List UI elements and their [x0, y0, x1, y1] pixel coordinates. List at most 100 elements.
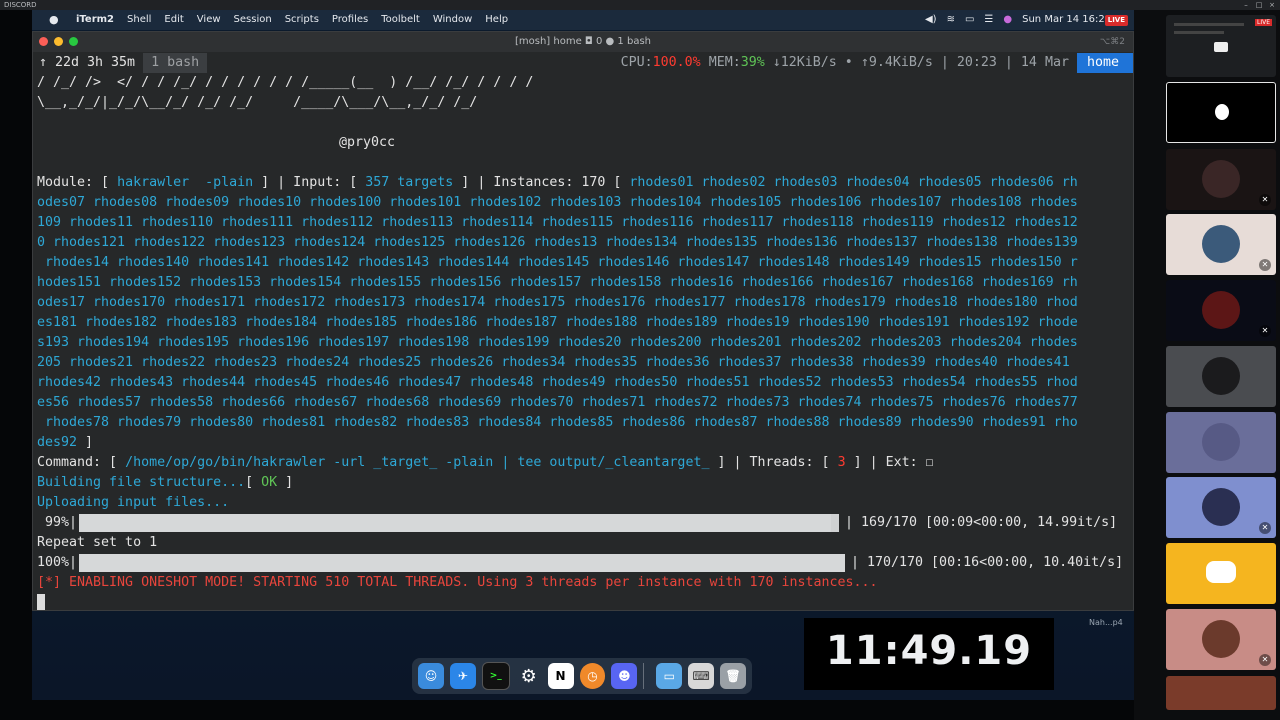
cpu-label: CPU: — [620, 55, 653, 70]
oneshot-mode-line: [*] ENABLING ONESHOT MODE! STARTING 510 … — [37, 575, 878, 590]
clock-app-icon[interactable]: ◷ — [579, 663, 606, 689]
module-value: hakrawler -plain — [117, 175, 254, 190]
instances-list-line: es56 rhodes57 rhodes58 rhodes66 rhodes67… — [37, 395, 1078, 410]
instances-list-start: rhodes01 rhodes02 rhodes03 rhodes04 rhod… — [629, 175, 1078, 190]
menu-toolbelt[interactable]: Toolbelt — [381, 10, 420, 30]
menu-profiles[interactable]: Profiles — [332, 10, 368, 30]
dock-divider — [643, 663, 652, 689]
instances-list-line: 0 rhodes121 rhodes122 rhodes123 rhodes12… — [37, 235, 1078, 250]
control-center-icon[interactable]: ☰ — [984, 10, 993, 30]
progress2-stats: | 170/170 [00:16<00:00, 10.40it/s] — [851, 555, 1124, 570]
maximize-icon[interactable]: □ — [1253, 0, 1265, 10]
participant-tile[interactable]: ✕ — [1166, 477, 1276, 538]
menubar-status-area: ◀) ≋ ▭ ☰ ● Sun Mar 14 16:2 LIVE — [915, 10, 1128, 30]
instances-list-line: es181 rhodes182 rhodes183 rhodes184 rhod… — [37, 315, 1078, 330]
mac-desktop-stream: ● iTerm2 Shell Edit View Session Scripts… — [32, 10, 1134, 700]
ok-open: [ — [245, 475, 262, 490]
participant-tile[interactable]: ✕ — [1166, 214, 1276, 275]
finder-icon[interactable]: ☺ — [418, 663, 444, 689]
iterm-window: [mosh] home ◘ 0 ● 1 bash ⌥⌘2 ↑ 22d 3h 35… — [32, 31, 1134, 611]
minimize-icon[interactable]: – — [1240, 0, 1252, 10]
avatar — [1202, 225, 1240, 263]
repeat-line: Repeat set to 1 — [37, 535, 158, 550]
participant-tile[interactable] — [1166, 676, 1276, 710]
window-shortcut: ⌥⌘2 — [1099, 37, 1125, 47]
input-value: 357 targets — [365, 175, 454, 190]
discord-logo-icon — [1206, 561, 1236, 583]
live-badge: LIVE — [1104, 14, 1128, 26]
instances-list-line: s193 rhodes194 rhodes195 rhodes196 rhode… — [37, 335, 1078, 350]
instances-last: des92 — [37, 435, 78, 450]
progress1-pct: 99%| — [37, 515, 78, 530]
status-right: CPU:100.0% MEM:39% ↓12KiB/s • ↑9.4KiB/s … — [621, 53, 1133, 73]
siri-icon[interactable]: ● — [1003, 10, 1012, 30]
progress2-bar — [79, 554, 845, 572]
avatar — [1202, 423, 1240, 461]
uploading-line: Uploading input files... — [37, 495, 230, 510]
menu-window[interactable]: Window — [433, 10, 472, 30]
terminal-pane[interactable]: ↑ 22d 3h 35m 1 bash CPU:100.0% MEM:39% ↓1… — [33, 53, 1133, 610]
instances-list-line: hodes151 rhodes152 rhodes153 rhodes154 r… — [37, 275, 1078, 290]
trash-icon[interactable]: 🗑 — [720, 663, 747, 689]
instances-list-line: rhodes78 rhodes79 rhodes80 rhodes81 rhod… — [37, 415, 1078, 430]
discord-icon[interactable]: ☻ — [611, 663, 638, 689]
terminal-icon[interactable]: >_ — [481, 662, 510, 690]
terminal-cursor — [37, 594, 45, 610]
apple-avatar-icon — [1215, 104, 1229, 120]
building-text: Building file structure... — [37, 475, 246, 490]
host-badge: home — [1076, 53, 1133, 73]
keyboard-icon[interactable]: ⌨ — [688, 663, 715, 689]
mem-label: MEM: — [700, 55, 741, 70]
tab-bash[interactable]: 1 bash — [143, 53, 208, 73]
participant-tile[interactable] — [1166, 412, 1276, 473]
menu-shell[interactable]: Shell — [127, 10, 151, 30]
ok-close: ] — [277, 475, 294, 490]
uptime: ↑ 22d 3h 35m — [39, 55, 136, 70]
volume-icon[interactable]: ◀) — [925, 10, 937, 30]
participant-tile[interactable] — [1166, 346, 1276, 407]
menubar-datetime[interactable]: Sun Mar 14 16:2 — [1022, 10, 1105, 30]
threads-label: ] | Threads: [ — [709, 455, 838, 470]
participant-tile[interactable]: ✕ — [1166, 149, 1276, 210]
stream-preview-tile[interactable]: LIVE — [1166, 15, 1276, 77]
menu-session[interactable]: Session — [234, 10, 272, 30]
menu-edit[interactable]: Edit — [164, 10, 183, 30]
menu-iterm2[interactable]: iTerm2 — [76, 10, 114, 30]
participant-tile[interactable]: ✕ — [1166, 609, 1276, 670]
muted-icon: ✕ — [1259, 522, 1271, 534]
muted-icon: ✕ — [1259, 325, 1271, 337]
participant-tile[interactable] — [1166, 82, 1276, 143]
menu-view[interactable]: View — [197, 10, 221, 30]
instances-list-line: odes17 rhodes170 rhodes171 rhodes172 rho… — [37, 295, 1078, 310]
participant-tile[interactable] — [1166, 543, 1276, 604]
iterm-titlebar: [mosh] home ◘ 0 ● 1 bash ⌥⌘2 — [33, 32, 1133, 52]
instances-list-line: rhodes42 rhodes43 rhodes44 rhodes45 rhod… — [37, 375, 1078, 390]
discord-participants-sidebar: LIVE ✕ ✕ ✕ ✕ ✕ — [1134, 10, 1280, 720]
cpu-value: 100.0% — [652, 55, 701, 70]
menu-scripts[interactable]: Scripts — [285, 10, 319, 30]
instances-list-line: 109 rhodes11 rhodes110 rhodes111 rhodes1… — [37, 215, 1078, 230]
muted-icon: ✕ — [1259, 259, 1271, 271]
instances-list-line: 205 rhodes21 rhodes22 rhodes23 rhodes24 … — [37, 355, 1070, 370]
instances-list-end: des92 ] — [37, 433, 93, 453]
module-line: Module: [ hakrawler -plain ] | Input: [ … — [37, 173, 1078, 193]
avatar — [1202, 620, 1240, 658]
tmux-status-line: ↑ 22d 3h 35m 1 bash CPU:100.0% MEM:39% ↓1… — [33, 53, 1133, 73]
close-icon[interactable]: × — [1266, 0, 1278, 10]
camera-icon — [1214, 42, 1228, 52]
menu-help[interactable]: Help — [485, 10, 508, 30]
notion-icon[interactable]: N — [547, 663, 574, 689]
battery-icon[interactable]: ▭ — [965, 10, 974, 30]
folder-icon[interactable]: ▭ — [656, 663, 683, 689]
discord-titlebar: DISCORD – □ × — [0, 0, 1280, 10]
safari-icon[interactable]: ✈ — [449, 663, 476, 689]
progress1-track — [79, 514, 839, 532]
participant-tile[interactable]: ✕ — [1166, 280, 1276, 341]
toolbelt-icon[interactable]: ⚙ — [516, 663, 542, 689]
wifi-icon[interactable]: ≋ — [947, 10, 955, 30]
command-value: /home/op/go/bin/hakrawler -url _target_ … — [125, 455, 710, 470]
module-label: Module: [ — [37, 175, 118, 190]
apple-icon[interactable]: ● — [49, 10, 59, 30]
live-badge-mini: LIVE — [1254, 19, 1272, 26]
avatar — [1202, 357, 1240, 395]
